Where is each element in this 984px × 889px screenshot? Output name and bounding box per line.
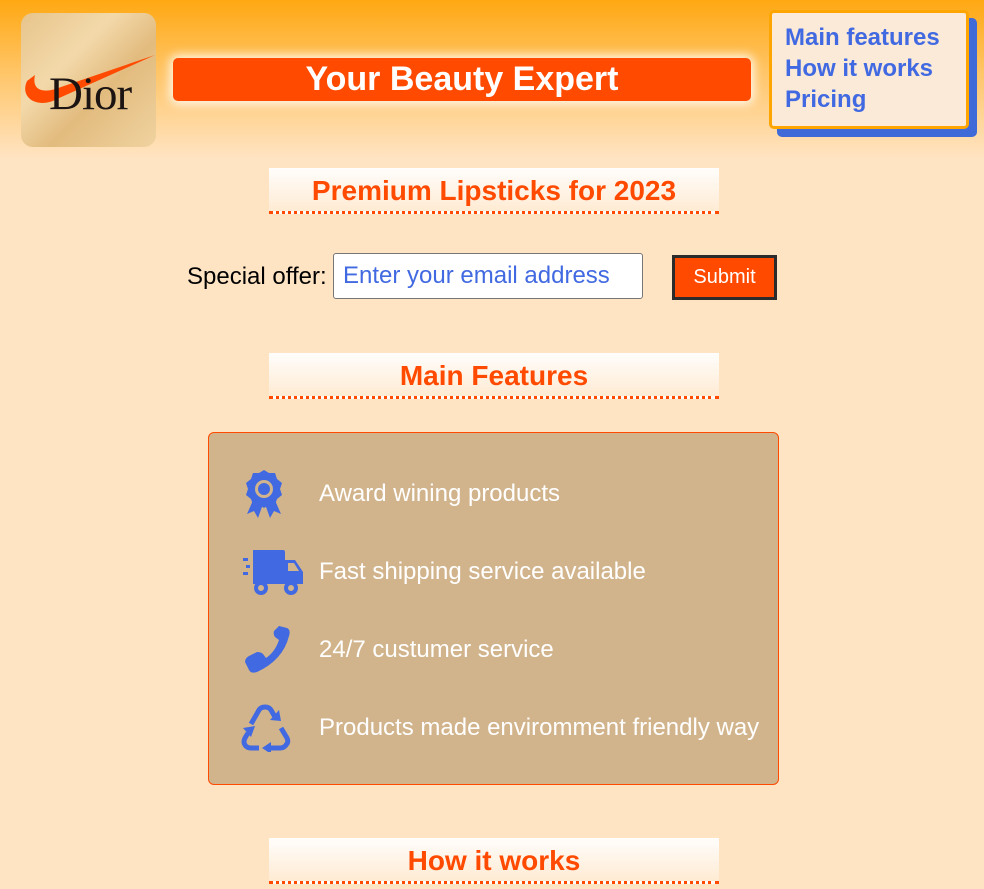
logo-text: Dior <box>49 68 132 120</box>
how-it-works-heading: How it works <box>269 838 719 884</box>
dior-logo: Dior <box>21 13 156 147</box>
recycle-icon <box>241 704 291 752</box>
feature-item: 24/7 custumer service <box>209 619 778 679</box>
nav-link-how-it-works[interactable]: How it works <box>785 53 966 84</box>
nav-link-pricing[interactable]: Pricing <box>785 84 966 115</box>
feature-text: Products made enviromment friendly way <box>319 714 760 741</box>
page-title: Your Beauty Expert <box>173 58 751 101</box>
features-heading: Main Features <box>269 353 719 399</box>
nav-menu: Main features How it works Pricing <box>769 10 969 129</box>
email-input[interactable] <box>333 253 643 299</box>
feature-item: Fast shipping service available <box>209 541 778 601</box>
award-icon <box>246 470 282 518</box>
feature-text: 24/7 custumer service <box>319 636 554 663</box>
features-panel: Award wining products Fast shipping serv… <box>208 432 779 785</box>
offer-label: Special offer: <box>187 263 327 290</box>
feature-text: Award wining products <box>319 480 561 507</box>
feature-item: Products made enviromment friendly way <box>209 697 778 757</box>
feature-item: Award wining products <box>209 463 778 523</box>
nav-link-main-features[interactable]: Main features <box>785 22 966 53</box>
feature-text: Fast shipping service available <box>319 558 646 585</box>
phone-icon <box>245 626 290 673</box>
submit-button[interactable]: Submit <box>672 255 777 300</box>
lipsticks-heading: Premium Lipsticks for 2023 <box>269 168 719 214</box>
shipping-truck-icon <box>243 550 303 595</box>
